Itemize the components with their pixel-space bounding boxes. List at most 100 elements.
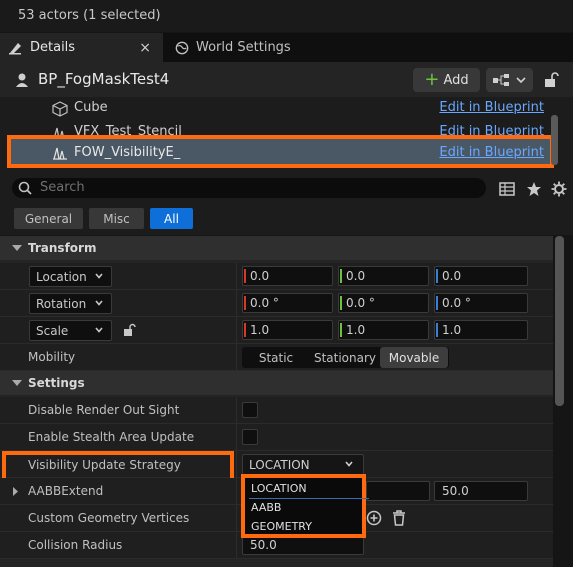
search-input[interactable]: Search [12,178,486,198]
collision-radius-label: Collision Radius [28,538,123,552]
rotation-label: Rotation [36,297,87,311]
location-z-field[interactable]: 0.0 [434,266,528,286]
category-label: Settings [28,376,85,390]
rotation-x-field[interactable]: 0.0 ° [242,293,333,313]
location-y-field[interactable]: 0.0 [338,266,429,286]
actor-count-bar: 53 actors (1 selected) [0,0,573,32]
tab-details[interactable]: Details × [0,33,163,62]
table-view-icon[interactable] [499,181,515,197]
scale-x-value: 1.0 [250,323,270,337]
actor-title: BP_FogMaskTest4 [38,70,170,88]
rotation-z-value: 0.0 ° [442,296,471,310]
lock-icon[interactable] [542,71,560,89]
rotation-x-value: 0.0 ° [250,296,279,310]
component-row-fow-visibility[interactable]: FOW_VisibilityE_ Edit in Blueprint [7,135,554,168]
column-divider [236,478,237,505]
close-icon[interactable]: × [139,40,151,56]
component-scrollbar[interactable] [551,115,558,165]
column-divider [236,505,237,532]
rotation-z-field[interactable]: 0.0 ° [434,293,528,313]
chevron-down-icon [95,273,103,279]
property-scale: Scale 1.0 1.0 1.0 [0,317,553,344]
tab-world-settings[interactable]: World Settings [166,33,306,62]
aabb-extend-label: AABBExtend [28,484,104,498]
aabb-extend-y-field[interactable] [366,481,430,501]
disable-render-label: Disable Render Out Sight [28,403,180,417]
location-label: Location [36,270,87,284]
add-element-icon[interactable] [366,510,382,526]
location-z-value: 0.0 [442,269,462,283]
scale-dropdown[interactable]: Scale [29,320,112,341]
location-dropdown[interactable]: Location [29,266,112,287]
filter-misc[interactable]: Misc [89,208,144,229]
property-enable-stealth: Enable Stealth Area Update [0,424,553,451]
scale-x-field[interactable]: 1.0 [242,320,333,340]
category-label: Transform [28,241,97,255]
chevron-down-icon [516,77,526,84]
actor-count: 53 actors (1 selected) [18,8,161,23]
edit-in-blueprint-link[interactable]: Edit in Blueprint [439,100,544,115]
cube-icon [52,101,68,117]
category-transform[interactable]: Transform [0,236,553,260]
mobility-static[interactable]: Static [242,347,310,368]
filter-general[interactable]: General [14,208,83,229]
mobility-movable[interactable]: Movable [380,347,448,368]
scale-label: Scale [36,324,69,338]
option-location[interactable]: LOCATION [251,482,307,495]
option-aabb[interactable]: AABB [251,501,281,514]
property-rotation: Rotation 0.0 ° 0.0 ° 0.0 ° [0,290,553,317]
globe-icon [175,41,189,54]
gear-icon[interactable] [551,181,567,197]
scale-z-value: 1.0 [442,323,462,337]
blueprint-options-button[interactable] [486,68,533,92]
niagara-icon [53,147,67,160]
rotation-dropdown[interactable]: Rotation [29,293,112,314]
custom-geometry-label: Custom Geometry Vertices [28,511,190,525]
component-row-cube[interactable]: Cube Edit in Blueprint [0,97,548,121]
component-name: FOW_VisibilityE_ [74,145,181,160]
rotation-y-value: 0.0 ° [346,296,375,310]
rotation-y-field[interactable]: 0.0 ° [338,293,429,313]
column-divider [236,344,237,371]
enable-stealth-label: Enable Stealth Area Update [28,430,195,444]
search-placeholder: Search [40,180,85,195]
visibility-strategy-menu: LOCATION AABB GEOMETRY [241,474,369,538]
scale-y-field[interactable]: 1.0 [338,320,429,340]
collapse-arrow-icon [12,245,22,251]
star-icon[interactable] [526,181,542,197]
collision-radius-field[interactable]: 50.0 [242,535,364,555]
location-y-value: 0.0 [346,269,366,283]
column-divider [236,397,237,424]
actor-icon [16,73,28,87]
mobility-stationary[interactable]: Stationary [310,347,380,368]
location-x-field[interactable]: 0.0 [242,266,333,286]
column-divider [236,451,237,478]
category-settings[interactable]: Settings [0,371,553,395]
expand-arrow-icon[interactable] [12,487,19,496]
property-mobility: Mobility Static Stationary Movable [0,344,553,371]
add-label: Add [443,72,469,88]
component-name: Cube [74,100,108,115]
scale-z-field[interactable]: 1.0 [434,320,528,340]
details-header: BP_FogMaskTest4 + Add [0,62,573,97]
trash-icon[interactable] [392,510,406,526]
tab-details-label: Details [30,40,76,55]
disable-render-checkbox[interactable] [242,402,258,418]
mobility-label: Mobility [28,350,76,364]
column-divider [236,424,237,451]
filter-all[interactable]: All [150,208,193,229]
property-disable-render: Disable Render Out Sight [0,397,553,424]
column-divider [236,532,237,559]
visibility-strategy-dropdown[interactable]: LOCATION [242,454,364,475]
edit-in-blueprint-link[interactable]: Edit in Blueprint [439,145,544,160]
aabb-extend-z-field[interactable]: 50.0 [434,481,528,501]
chevron-down-icon [95,327,103,333]
scale-y-value: 1.0 [346,323,366,337]
option-geometry[interactable]: GEOMETRY [251,520,312,533]
unlock-icon[interactable] [122,323,136,337]
enable-stealth-checkbox[interactable] [242,429,258,445]
details-scrollbar[interactable] [555,236,564,406]
add-component-button[interactable]: + Add [413,68,480,92]
plus-icon: + [424,69,440,90]
collision-radius-value: 50.0 [250,538,277,552]
